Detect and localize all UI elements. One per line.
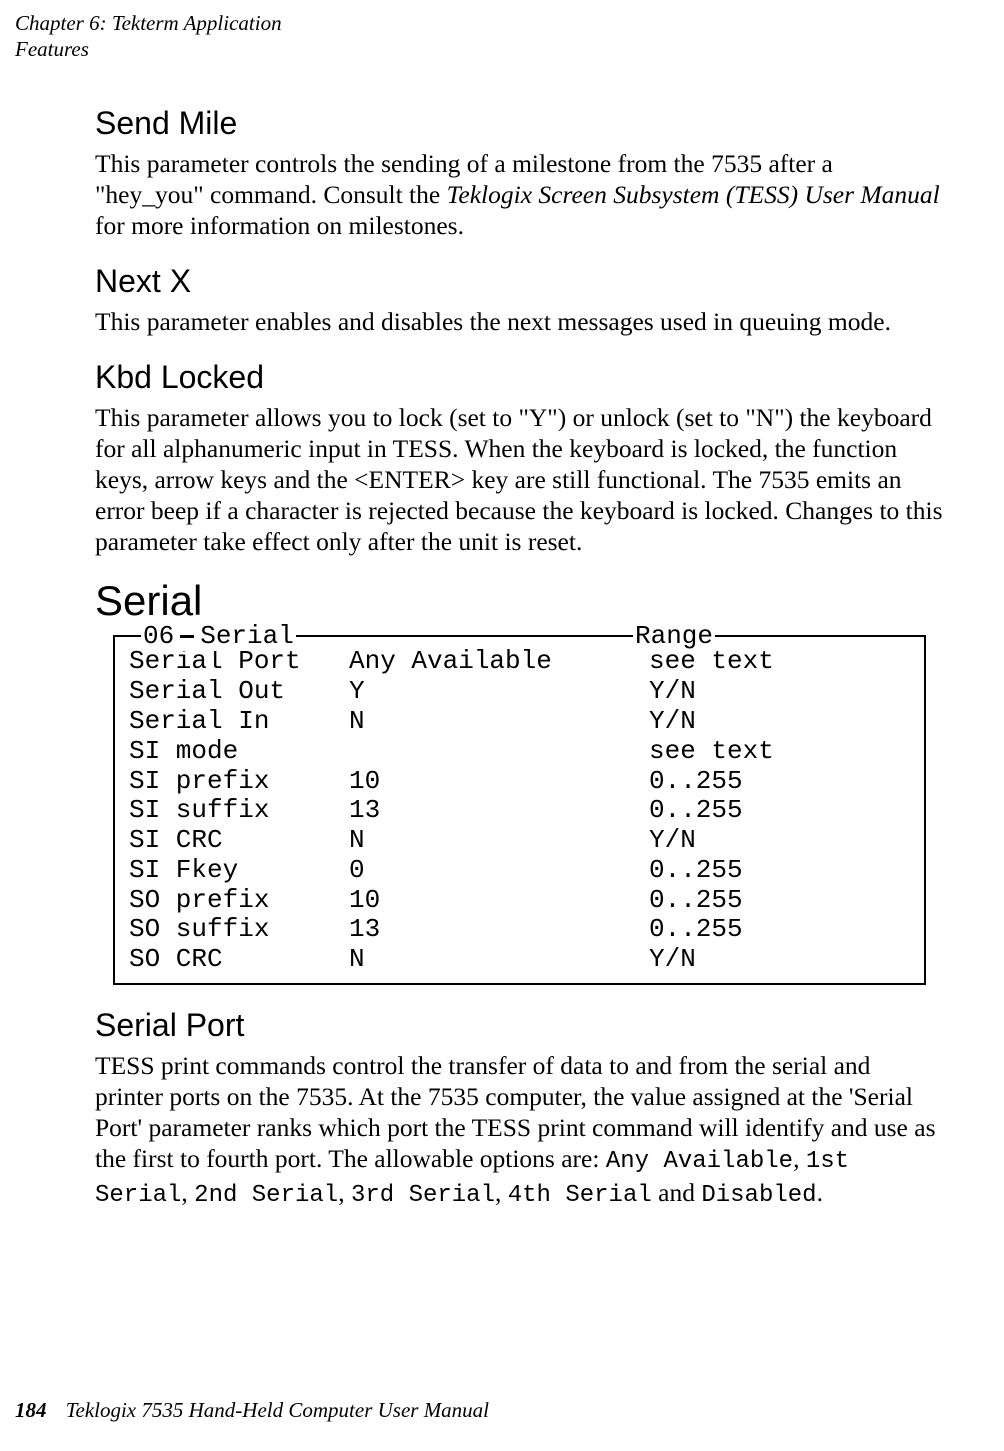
cell-value: N (349, 945, 649, 975)
paragraph-serial-port: TESS print commands control the transfer… (95, 1050, 944, 1210)
manual-title-ital: Teklogix Screen Subsystem (TESS) User Ma… (447, 180, 940, 209)
cell-range: Y/N (649, 707, 916, 737)
page: Chapter 6: Tekterm Application Features … (0, 0, 1004, 1451)
option-disabled: Disabled (701, 1182, 816, 1209)
table-row: SI suffix 13 0..255 (129, 796, 916, 826)
option-2nd-serial: 2nd Serial (194, 1182, 338, 1209)
cell-name: SI prefix (129, 767, 349, 797)
cell-name: SO suffix (129, 915, 349, 945)
header-chapter: Chapter 6: Tekterm Application (15, 10, 944, 36)
cell-value: 10 (349, 886, 649, 916)
table-row: SI Fkey 0 0..255 (129, 856, 916, 886)
cell-name: Serial In (129, 707, 349, 737)
manual-title: Teklogix 7535 Hand-Held Computer User Ma… (66, 1398, 489, 1422)
cell-name: SI mode (129, 737, 349, 767)
table-row: SO prefix 10 0..255 (129, 886, 916, 916)
table-row: Serial Port Any Available see text (129, 647, 916, 677)
table-row: SI prefix 10 0..255 (129, 767, 916, 797)
cell-value: N (349, 707, 649, 737)
table-row: SI CRC N Y/N (129, 826, 916, 856)
cell-value: Any Available (349, 647, 649, 677)
cell-range: see text (649, 737, 916, 767)
table-row: SI mode see text (129, 737, 916, 767)
cell-name: SO CRC (129, 945, 349, 975)
sep: , (793, 1144, 806, 1173)
cell-name: Serial Out (129, 677, 349, 707)
heading-serial: Serial (95, 577, 944, 625)
cell-range: 0..255 (649, 796, 916, 826)
period: . (817, 1178, 823, 1207)
cell-name: SI Fkey (129, 856, 349, 886)
cell-name: SI CRC (129, 826, 349, 856)
running-header: Chapter 6: Tekterm Application Features (15, 10, 944, 63)
cell-range: 0..255 (649, 915, 916, 945)
text: for more information on milestones. (95, 211, 464, 240)
footer: 184 Teklogix 7535 Hand-Held Computer Use… (15, 1398, 489, 1423)
cell-range: Y/N (649, 826, 916, 856)
table-row: Serial Out Y Y/N (129, 677, 916, 707)
heading-serial-port: Serial Port (95, 1007, 944, 1044)
cell-range: Y/N (649, 945, 916, 975)
cell-range: 0..255 (649, 767, 916, 797)
sep: , (495, 1178, 508, 1207)
and-word: and (652, 1178, 702, 1207)
cell-name: Serial Port (129, 647, 349, 677)
cell-range: 0..255 (649, 856, 916, 886)
cell-value: 13 (349, 915, 649, 945)
page-number: 184 (15, 1398, 47, 1422)
option-3rd-serial: 3rd Serial (351, 1182, 495, 1209)
paragraph-send-mile: This parameter controls the sending of a… (95, 148, 944, 241)
heading-kbd-locked: Kbd Locked (95, 359, 944, 396)
cell-value (349, 737, 649, 767)
cell-name: SI suffix (129, 796, 349, 826)
cell-value: Y (349, 677, 649, 707)
cell-value: N (349, 826, 649, 856)
paragraph-next-x: This parameter enables and disables the … (95, 306, 944, 337)
sep: , (181, 1178, 194, 1207)
cell-value: 0 (349, 856, 649, 886)
cell-name: SO prefix (129, 886, 349, 916)
cell-range: see text (649, 647, 916, 677)
header-section: Features (15, 36, 944, 62)
paragraph-kbd-locked: This parameter allows you to lock (set t… (95, 402, 944, 558)
cell-range: Y/N (649, 677, 916, 707)
option-4th-serial: 4th Serial (508, 1182, 652, 1209)
serial-panel: 06 Serial Range Serial Port Any Availabl… (113, 635, 926, 984)
cell-value: 10 (349, 767, 649, 797)
heading-send-mile: Send Mile (95, 105, 944, 142)
table-row: SO suffix 13 0..255 (129, 915, 916, 945)
content: Send Mile This parameter controls the se… (95, 105, 944, 1210)
option-any-available: Any Available (606, 1148, 793, 1175)
serial-panel-box: Serial Port Any Available see text Seria… (113, 635, 926, 984)
cell-range: 0..255 (649, 886, 916, 916)
sep: , (338, 1178, 351, 1207)
cell-value: 13 (349, 796, 649, 826)
table-row: SO CRC N Y/N (129, 945, 916, 975)
heading-next-x: Next X (95, 263, 944, 300)
table-row: Serial In N Y/N (129, 707, 916, 737)
